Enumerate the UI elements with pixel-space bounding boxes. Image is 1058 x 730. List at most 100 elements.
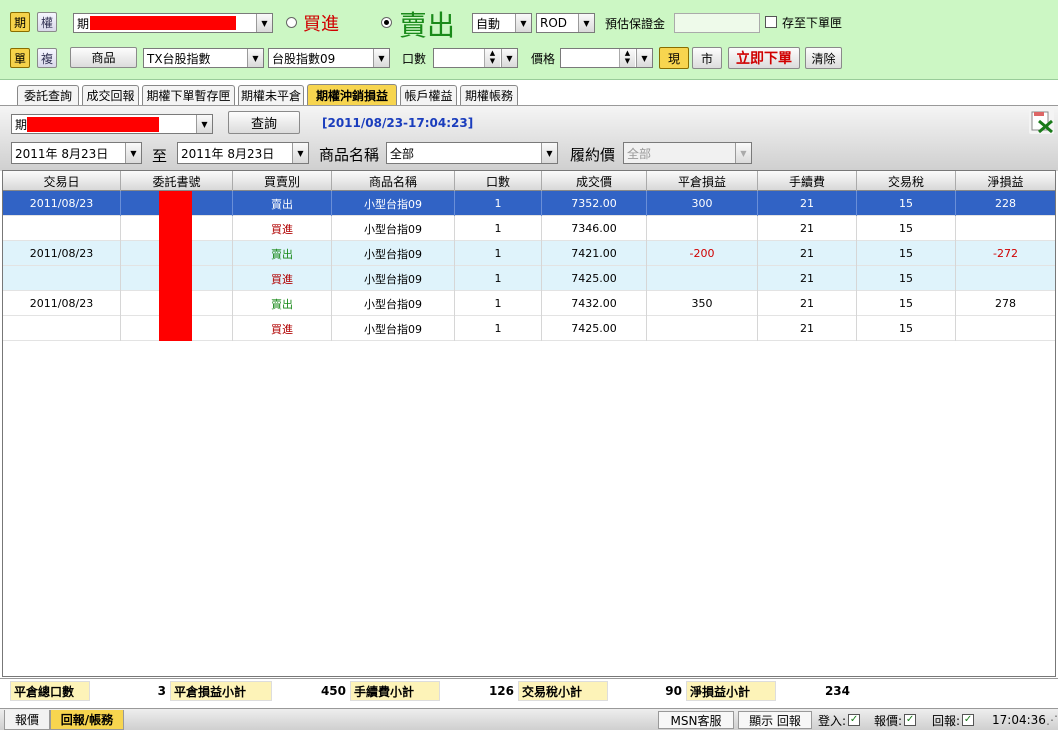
chevron-down-icon[interactable]: ▼ xyxy=(196,115,212,133)
resize-grip-icon[interactable]: ⋰ xyxy=(1046,712,1058,728)
tab-open-positions[interactable]: 期權未平倉 xyxy=(238,85,304,105)
save-to-box-checkbox[interactable] xyxy=(765,16,777,28)
chevron-down-icon[interactable]: ▼ xyxy=(247,49,263,67)
status-tab-report[interactable]: 回報/帳務 xyxy=(50,710,124,730)
lots-stepper[interactable]: ▲ ▼ ▼ xyxy=(433,48,518,68)
cell-tax: 15 xyxy=(857,291,956,316)
date-from-value: 2011年 8月23日 xyxy=(15,146,109,161)
column-header[interactable]: 口數 xyxy=(455,171,542,191)
cell-net xyxy=(956,316,1055,341)
filter-account-select[interactable]: 期 ▼ xyxy=(11,114,213,134)
chevron-down-icon[interactable]: ▼ xyxy=(636,49,652,67)
filter-account-redaction xyxy=(27,116,160,132)
sell-radio[interactable] xyxy=(381,17,392,28)
tax-subtotal-value: 90 xyxy=(665,684,682,698)
strike-select: 全部 ▼ xyxy=(623,142,752,164)
export-excel-icon[interactable] xyxy=(1029,109,1054,134)
cell-price: 7346.00 xyxy=(542,216,647,241)
total-lots-label: 平倉總口數 xyxy=(10,681,90,701)
cell-product: 小型台指09 xyxy=(332,191,455,216)
tab-fill-report[interactable]: 成交回報 xyxy=(82,85,139,105)
column-header[interactable]: 成交價 xyxy=(542,171,647,191)
cell-tax: 15 xyxy=(857,241,956,266)
product-button[interactable]: 商品 xyxy=(70,47,137,68)
product-value: TX台股指數 xyxy=(147,51,211,66)
chevron-down-icon[interactable]: ▼ xyxy=(256,14,272,32)
cell-pnl: 350 xyxy=(647,291,758,316)
column-header[interactable]: 商品名稱 xyxy=(332,171,455,191)
msn-support-button[interactable]: MSN客服 xyxy=(658,711,734,729)
column-header[interactable]: 委託書號 xyxy=(121,171,233,191)
cell-date: 2011/08/23 xyxy=(3,191,121,216)
cell-pnl xyxy=(647,266,758,291)
buy-radio[interactable] xyxy=(286,17,297,28)
cell-side: 賣出 xyxy=(233,241,332,266)
submit-order-button[interactable]: 立即下單 xyxy=(728,47,800,69)
chevron-down-icon[interactable]: ▼ xyxy=(578,14,594,32)
account-select[interactable]: 期 ▼ xyxy=(73,13,273,33)
cell-product: 小型台指09 xyxy=(332,316,455,341)
date-from-picker[interactable]: 2011年 8月23日 ▼ xyxy=(11,142,142,164)
cell-tax: 15 xyxy=(857,316,956,341)
cell-side: 賣出 xyxy=(233,291,332,316)
summary-bar: 平倉總口數 3 平倉損益小計 450 手續費小計 126 交易稅小計 90 淨損… xyxy=(0,678,1058,702)
time-in-force-select[interactable]: ROD ▼ xyxy=(536,13,595,33)
cell-price: 7425.00 xyxy=(542,266,647,291)
cell-qty: 1 xyxy=(455,291,542,316)
current-price-button[interactable]: 現 xyxy=(659,47,689,69)
combo-order-button[interactable]: 複 xyxy=(37,48,57,68)
tab-order-box[interactable]: 期權下單暫存匣 xyxy=(142,85,235,105)
cell-fee: 21 xyxy=(758,266,857,291)
show-report-button[interactable]: 顯示 回報 xyxy=(738,711,812,729)
cell-pnl: -200 xyxy=(647,241,758,266)
chevron-down-icon[interactable]: ▼ xyxy=(292,143,308,163)
cell-side: 買進 xyxy=(233,266,332,291)
query-button[interactable]: 查詢 xyxy=(228,111,300,134)
tab-order-query[interactable]: 委託查詢 xyxy=(17,85,79,105)
cell-fee: 21 xyxy=(758,241,857,266)
tab-account-ledger[interactable]: 期權帳務 xyxy=(460,85,518,105)
status-tab-quote[interactable]: 報價 xyxy=(4,710,50,730)
order-type-value: 自動 xyxy=(476,16,501,31)
cell-product: 小型台指09 xyxy=(332,291,455,316)
cell-pnl: 300 xyxy=(647,191,758,216)
column-header[interactable]: 買賣別 xyxy=(233,171,332,191)
quote-label: 報價: xyxy=(874,713,903,728)
futures-button[interactable]: 期 xyxy=(10,12,30,32)
spinner-icon[interactable]: ▲ ▼ xyxy=(484,49,500,67)
account-redaction xyxy=(90,16,237,30)
chevron-down-icon[interactable]: ▼ xyxy=(373,49,389,67)
column-header[interactable]: 平倉損益 xyxy=(647,171,758,191)
clock: 17:04:36 xyxy=(992,713,1046,727)
cell-product: 小型台指09 xyxy=(332,216,455,241)
chevron-down-icon[interactable]: ▼ xyxy=(501,49,517,67)
market-price-button[interactable]: 市 xyxy=(692,47,722,69)
column-header[interactable]: 手續費 xyxy=(758,171,857,191)
date-to-picker[interactable]: 2011年 8月23日 ▼ xyxy=(177,142,309,164)
chevron-down-icon[interactable]: ▼ xyxy=(541,143,557,163)
cell-qty: 1 xyxy=(455,316,542,341)
login-label: 登入: xyxy=(818,713,847,728)
tab-offset-pnl[interactable]: 期權沖銷損益 xyxy=(307,84,397,105)
product-name-select[interactable]: 全部 ▼ xyxy=(386,142,558,164)
spinner-icon[interactable]: ▲ ▼ xyxy=(619,49,635,67)
product-select[interactable]: TX台股指數 ▼ xyxy=(143,48,264,68)
clear-button[interactable]: 清除 xyxy=(805,47,842,69)
contract-select[interactable]: 台股指數09 ▼ xyxy=(268,48,390,68)
check-icon: ✓ xyxy=(848,714,861,726)
column-header[interactable]: 淨損益 xyxy=(956,171,1055,191)
options-button[interactable]: 權 xyxy=(37,12,57,32)
column-header[interactable]: 交易稅 xyxy=(857,171,956,191)
chevron-down-icon[interactable]: ▼ xyxy=(125,143,141,163)
cell-fee: 21 xyxy=(758,316,857,341)
price-stepper[interactable]: ▲ ▼ ▼ xyxy=(560,48,653,68)
cell-net: 228 xyxy=(995,197,1016,210)
single-order-button[interactable]: 單 xyxy=(10,48,30,68)
tab-account-equity[interactable]: 帳戶權益 xyxy=(400,85,457,105)
strike-value: 全部 xyxy=(627,146,652,161)
order-type-select[interactable]: 自動 ▼ xyxy=(472,13,532,33)
column-header[interactable]: 交易日 xyxy=(3,171,121,191)
cell-date: 2011/08/23 xyxy=(3,241,121,266)
cell-date xyxy=(3,216,121,241)
chevron-down-icon[interactable]: ▼ xyxy=(515,14,531,32)
